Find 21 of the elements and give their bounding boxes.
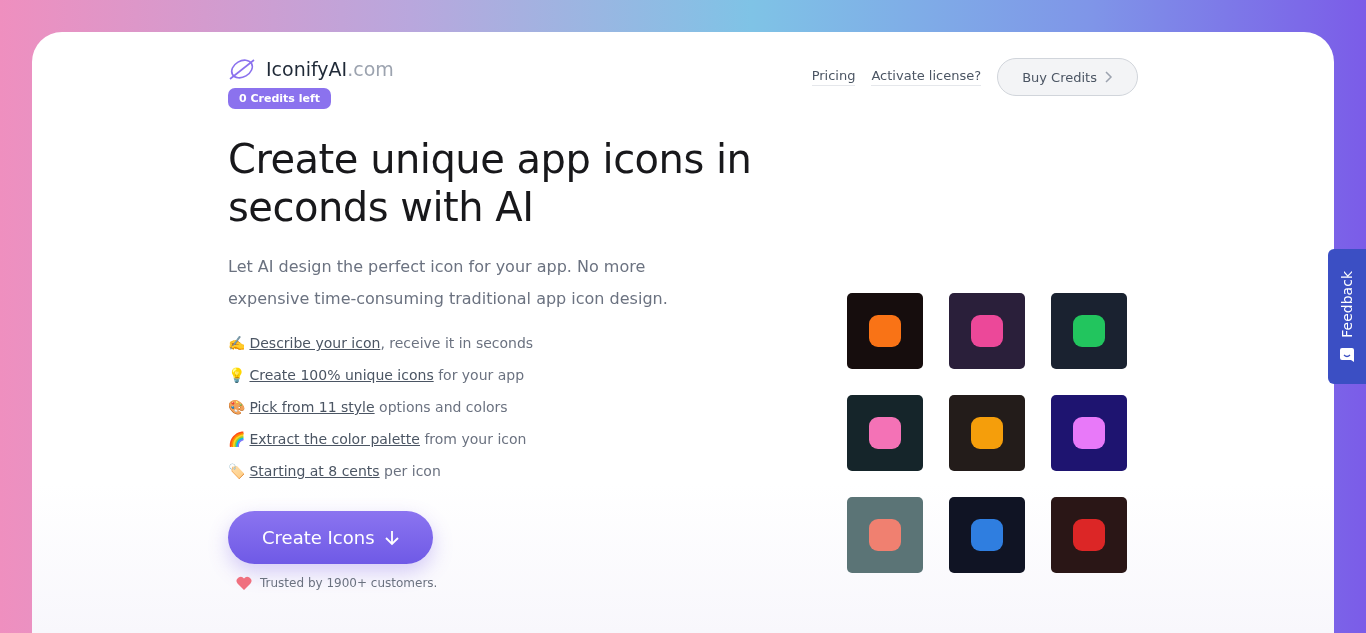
credits-badge: 0 Credits left — [228, 88, 331, 109]
nav-link[interactable]: Activate license? — [871, 68, 982, 86]
feature-link[interactable]: Create 100% unique icons — [249, 367, 434, 383]
feature-item: 🎨 Pick from 11 style options and colors — [228, 398, 509, 417]
feature-link[interactable]: Describe your icon — [249, 335, 381, 351]
feature-item: ✍ Describe your icon, receive it in seconds — [228, 334, 535, 353]
feature-link[interactable]: Pick from 11 style — [249, 399, 375, 415]
hero-subtitle: Let AI design the perfect icon for your app. No more expensive time-consuming traditional app icon design. — [228, 256, 669, 310]
hero-title: Create unique app icons in seconds with AI — [228, 135, 753, 231]
create-icons-button[interactable]: Create Icons — [228, 511, 433, 564]
feature-link[interactable]: Starting at 8 cents — [249, 463, 380, 479]
feedback-tab[interactable]: Feedback — [1328, 249, 1366, 384]
feature-item: 💡 Create 100% unique icons for your app — [228, 366, 526, 385]
nav-link[interactable]: Pricing — [811, 68, 856, 86]
brand-name[interactable]: IconifyAI.com — [266, 58, 394, 80]
feature-link[interactable]: Extract the color palette — [249, 431, 420, 447]
feedback-label[interactable]: Feedback — [1339, 271, 1355, 338]
feature-item: 🏷 Starting at 8 cents per icon — [228, 462, 442, 481]
trust-text: Trusted by 1900+ customers. — [260, 576, 438, 590]
feature-item: 🌈 Extract the color palette from your icon — [228, 430, 528, 449]
buy-credits-button[interactable]: Buy Credits — [997, 58, 1138, 96]
